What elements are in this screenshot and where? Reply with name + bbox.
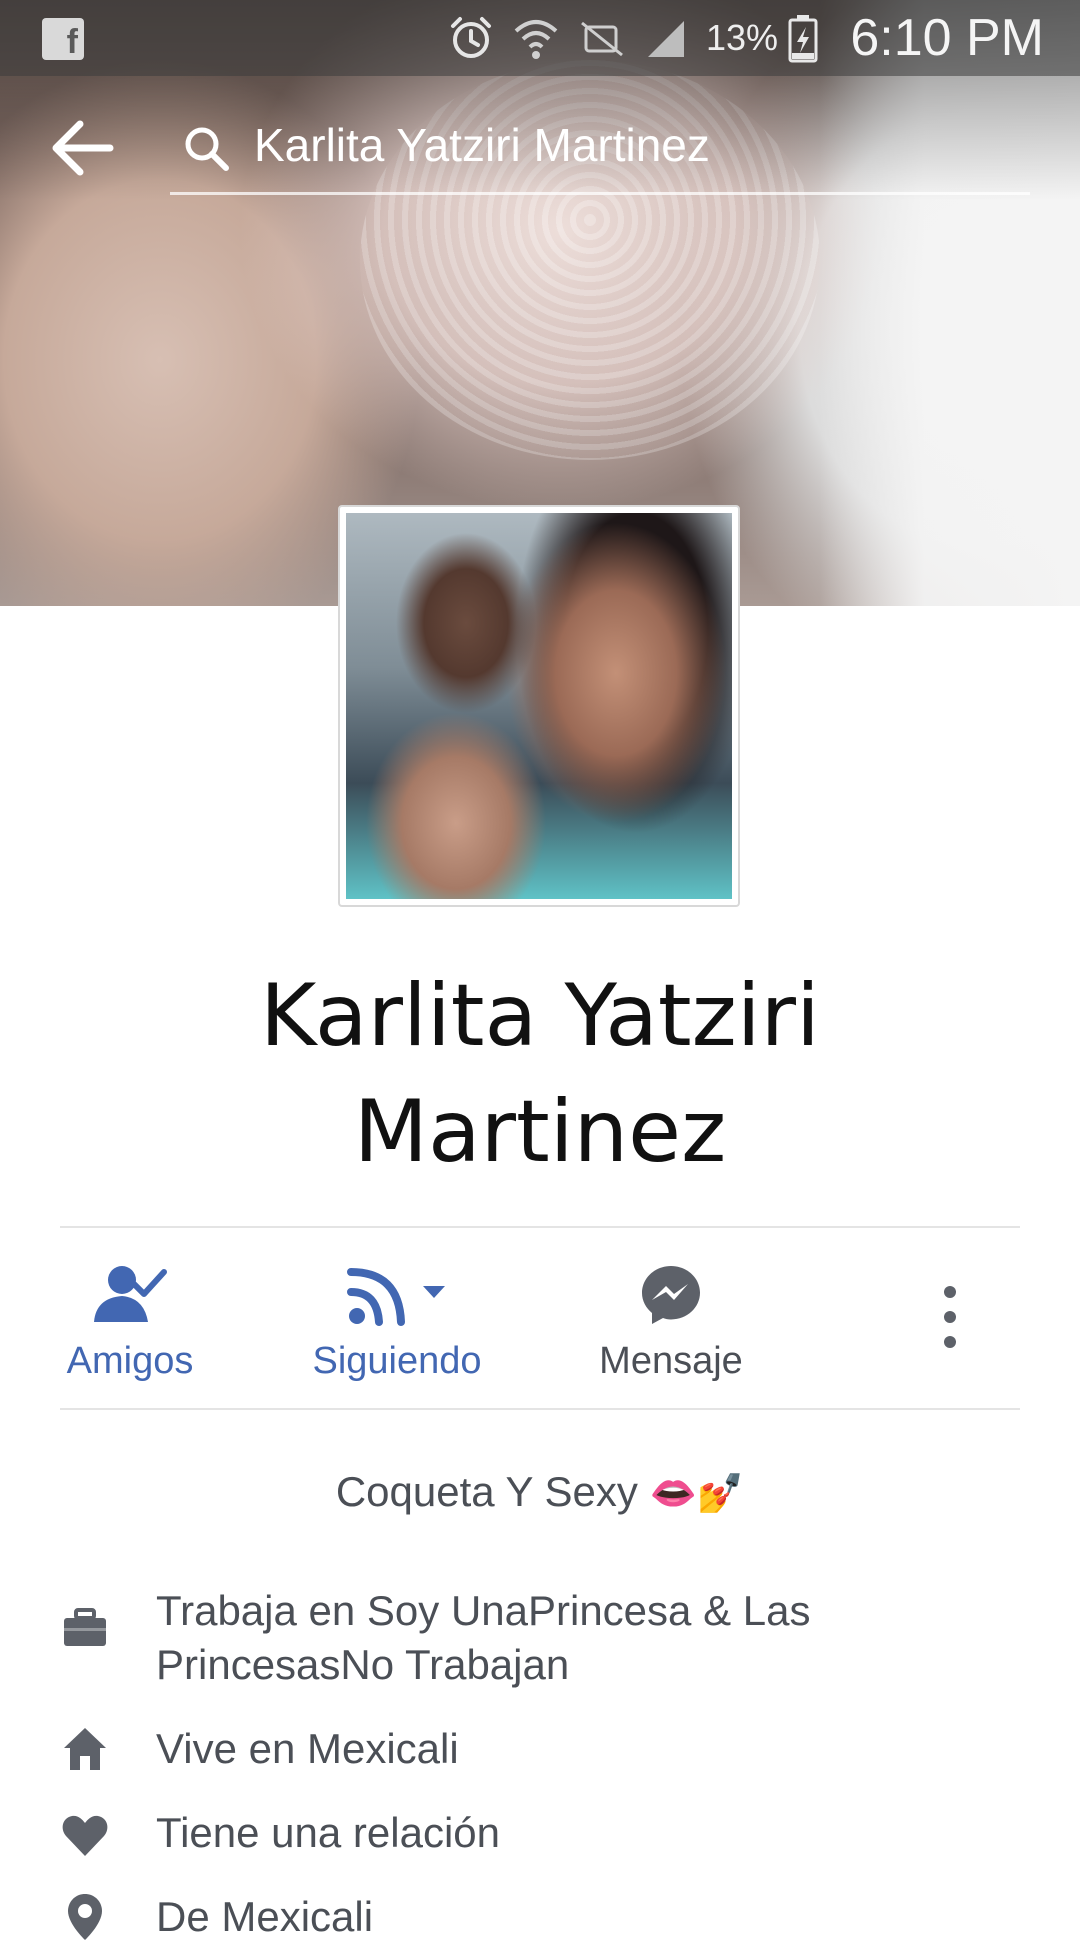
bio-emoji: 👄💅 [649, 1473, 745, 1515]
profile-name: Karlita Yatziri Martinez [60, 958, 1020, 1190]
wifi-icon [514, 20, 558, 59]
facebook-icon: f [42, 18, 84, 61]
status-icons: 13% [448, 12, 838, 64]
following-button[interactable]: Siguiendo [302, 1228, 492, 1408]
more-vertical-icon [944, 1286, 956, 1348]
profile-name-line: Martinez [353, 1082, 727, 1182]
messenger-icon [642, 1266, 700, 1324]
info-text-line: Trabaja en Soy UnaPrincesa & Las [156, 1587, 811, 1634]
info-row-lives[interactable]: Vive en Mexicali [60, 1722, 1020, 1782]
location-pin-icon [68, 1894, 102, 1940]
battery-charging-icon [788, 15, 818, 63]
clock: 6:10 PM [850, 9, 1044, 67]
info-row-work[interactable]: Trabaja en Soy UnaPrincesa & Las Princes… [60, 1584, 1020, 1696]
message-button[interactable]: Mensaje [596, 1228, 746, 1408]
alarm-icon [451, 17, 491, 58]
profile-action-bar: Amigos Siguiendo Mensaje [60, 1226, 1020, 1410]
heart-icon [62, 1815, 108, 1856]
friends-label: Amigos [66, 1340, 194, 1382]
info-text: Tiene una relación [156, 1809, 500, 1856]
info-text-line: PrincesasNo Trabajan [156, 1641, 570, 1688]
rss-following-icon [347, 1268, 445, 1326]
friends-button[interactable]: Amigos [60, 1228, 200, 1408]
search-icon [185, 127, 229, 171]
message-label: Mensaje [599, 1340, 743, 1382]
arrow-left-icon[interactable] [50, 118, 116, 178]
battery-percent: 13% [706, 17, 779, 58]
search-input[interactable]: Karlita Yatziri Martinez [170, 110, 1030, 195]
briefcase-icon [64, 1608, 106, 1646]
no-sim-icon [581, 21, 623, 57]
info-text: Trabaja en Soy UnaPrincesa & Las Princes… [156, 1584, 956, 1692]
info-text: De Mexicali [156, 1893, 374, 1940]
signal-icon [648, 21, 684, 57]
home-icon [64, 1728, 106, 1770]
profile-picture[interactable] [338, 505, 740, 907]
following-label: Siguiendo [312, 1340, 482, 1382]
friends-check-icon [94, 1266, 167, 1322]
profile-photo [346, 513, 732, 899]
status-bar: f 13% 6:10 PM [0, 0, 1080, 76]
more-options-button[interactable] [910, 1228, 990, 1408]
profile-bio: Coqueta Y Sexy 👄💅 [60, 1468, 1020, 1516]
bio-text: Coqueta Y Sexy [335, 1468, 638, 1515]
profile-name-line: Karlita Yatziri [260, 966, 820, 1066]
search-query: Karlita Yatziri Martinez [254, 119, 710, 171]
info-row-relationship[interactable]: Tiene una relación [60, 1806, 1020, 1866]
info-row-hometown[interactable]: De Mexicali [60, 1890, 1020, 1950]
info-text: Vive en Mexicali [156, 1725, 459, 1772]
